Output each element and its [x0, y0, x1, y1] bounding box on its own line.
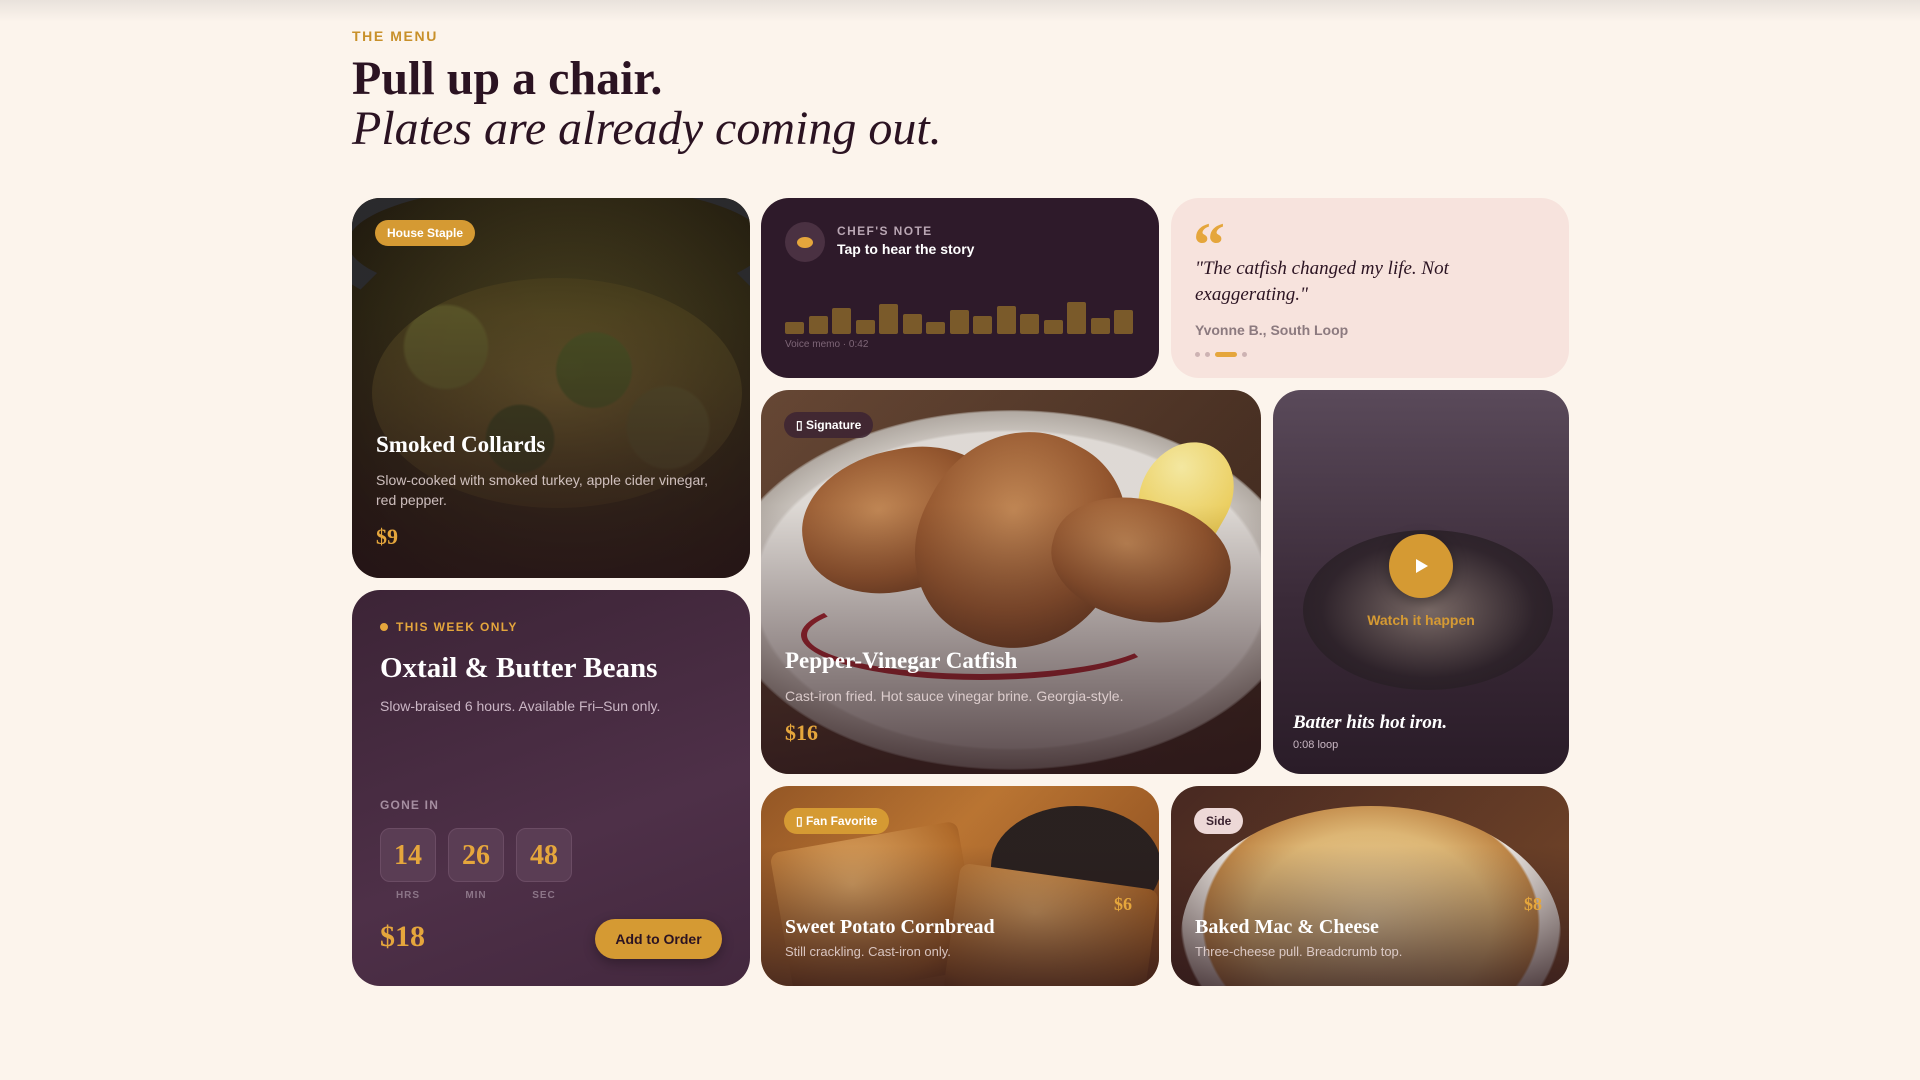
dish-card-catfish[interactable]: ▯ Signature Pepper-Vinegar Catfish Cast-…: [761, 390, 1261, 774]
hours-label: HRS: [395, 890, 421, 901]
countdown-hours: 14: [380, 828, 436, 882]
flag-label: THIS WEEK ONLY: [396, 620, 518, 634]
fan-favorite-badge: ▯ Fan Favorite: [784, 808, 890, 834]
weekly-special-card: THIS WEEK ONLY Oxtail & Butter Beans Slo…: [352, 590, 750, 986]
waveform-bar: [996, 306, 1016, 334]
dish-price: $6: [1114, 894, 1132, 914]
dish-description: Cast-iron fried. Hot sauce vinegar brine…: [785, 688, 1124, 704]
voice-memo-duration: Voice memo · 0:42: [785, 339, 869, 350]
dish-price: $9: [376, 524, 398, 549]
tap-to-hear-link[interactable]: Tap to hear the story: [837, 241, 974, 257]
side-badge: Side: [1194, 808, 1244, 834]
waveform-bar: [855, 320, 875, 334]
dish-card-mac[interactable]: Side Baked Mac & Cheese Three-cheese pul…: [1171, 786, 1569, 986]
dish-card-collards[interactable]: House Staple Smoked Collards Slow-cooked…: [352, 198, 750, 578]
testimonial-text: "The catfish changed my life. Not exagge…: [1195, 258, 1449, 305]
dish-title: Sweet Potato Cornbread: [785, 916, 995, 938]
waveform-bar: [926, 322, 945, 334]
waveform-bar: [1067, 302, 1086, 334]
play-icon[interactable]: [1389, 534, 1453, 598]
dish-price: $16: [785, 720, 818, 745]
waveform-bar: [1043, 320, 1063, 334]
video-card[interactable]: Watch it happen Batter hits hot iron. 0:…: [1273, 390, 1569, 774]
page-subtitle: Plates are already coming out.: [352, 102, 942, 155]
testimonial-card: “ "The catfish changed my life. Not exag…: [1171, 198, 1569, 378]
dish-description: Still crackling. Cast-iron only.: [785, 944, 951, 959]
waveform-bar: [902, 314, 922, 334]
countdown-minutes: 26: [448, 828, 504, 882]
carousel-dot[interactable]: [1242, 352, 1247, 358]
carousel-dot[interactable]: [1205, 352, 1210, 358]
page-title: Pull up a chair.: [352, 52, 663, 105]
dish-price: $8: [1524, 894, 1542, 914]
seconds-label: SEC: [532, 890, 556, 901]
waveform-bar: [1114, 310, 1133, 334]
dish-title: Pepper-Vinegar Catfish: [785, 648, 1018, 673]
countdown-label: GONE IN: [380, 798, 440, 812]
special-price: $18: [380, 920, 425, 953]
carousel-dots[interactable]: [1195, 346, 1252, 364]
video-duration: 0:08 loop: [1293, 739, 1339, 751]
waveform-bar: [832, 308, 851, 334]
chefs-note-card[interactable]: CHEF'S NOTE Tap to hear the story Voice …: [761, 198, 1159, 378]
special-description: Slow-braised 6 hours. Available Fri–Sun …: [380, 698, 661, 714]
top-shadow: [0, 0, 1920, 22]
special-title: Oxtail & Butter Beans: [380, 652, 658, 684]
audio-waveform[interactable]: [785, 294, 1135, 334]
section-eyebrow: THE MENU: [352, 28, 438, 44]
waveform-bar: [808, 316, 828, 334]
dish-description: Three-cheese pull. Breadcrumb top.: [1195, 944, 1403, 959]
dish-description: Slow-cooked with smoked turkey, apple ci…: [376, 472, 709, 508]
status-dot-icon: [380, 623, 388, 631]
photo-overlay: [761, 390, 1261, 774]
waveform-bar: [1020, 314, 1039, 334]
mic-icon[interactable]: [785, 222, 825, 262]
waveform-bar: [949, 310, 969, 334]
watch-it-happen-label[interactable]: Watch it happen: [1273, 612, 1569, 628]
signature-badge: ▯ Signature: [784, 412, 874, 438]
dish-title: Smoked Collards: [376, 432, 546, 457]
this-week-only-flag: THIS WEEK ONLY: [380, 620, 518, 634]
dish-title: Baked Mac & Cheese: [1195, 916, 1379, 938]
minutes-label: MIN: [465, 890, 487, 901]
carousel-dot-active[interactable]: [1215, 352, 1237, 358]
waveform-bar: [973, 316, 992, 334]
dish-card-cornbread[interactable]: ▯ Fan Favorite Sweet Potato Cornbread St…: [761, 786, 1159, 986]
countdown-seconds: 48: [516, 828, 572, 882]
menu-header: THE MENU Pull up a chair. Plates are alr…: [352, 28, 942, 154]
carousel-dot[interactable]: [1195, 352, 1200, 358]
add-to-order-button[interactable]: Add to Order: [595, 919, 722, 959]
waveform-bar: [879, 304, 898, 334]
photo-overlay: [352, 198, 750, 578]
testimonial-author: Yvonne B., South Loop: [1195, 322, 1349, 338]
house-staple-badge: House Staple: [375, 220, 476, 246]
chefs-note-label: CHEF'S NOTE: [837, 224, 933, 238]
video-title: Batter hits hot iron.: [1293, 712, 1448, 733]
waveform-bar: [1090, 318, 1110, 334]
waveform-bar: [785, 322, 804, 334]
